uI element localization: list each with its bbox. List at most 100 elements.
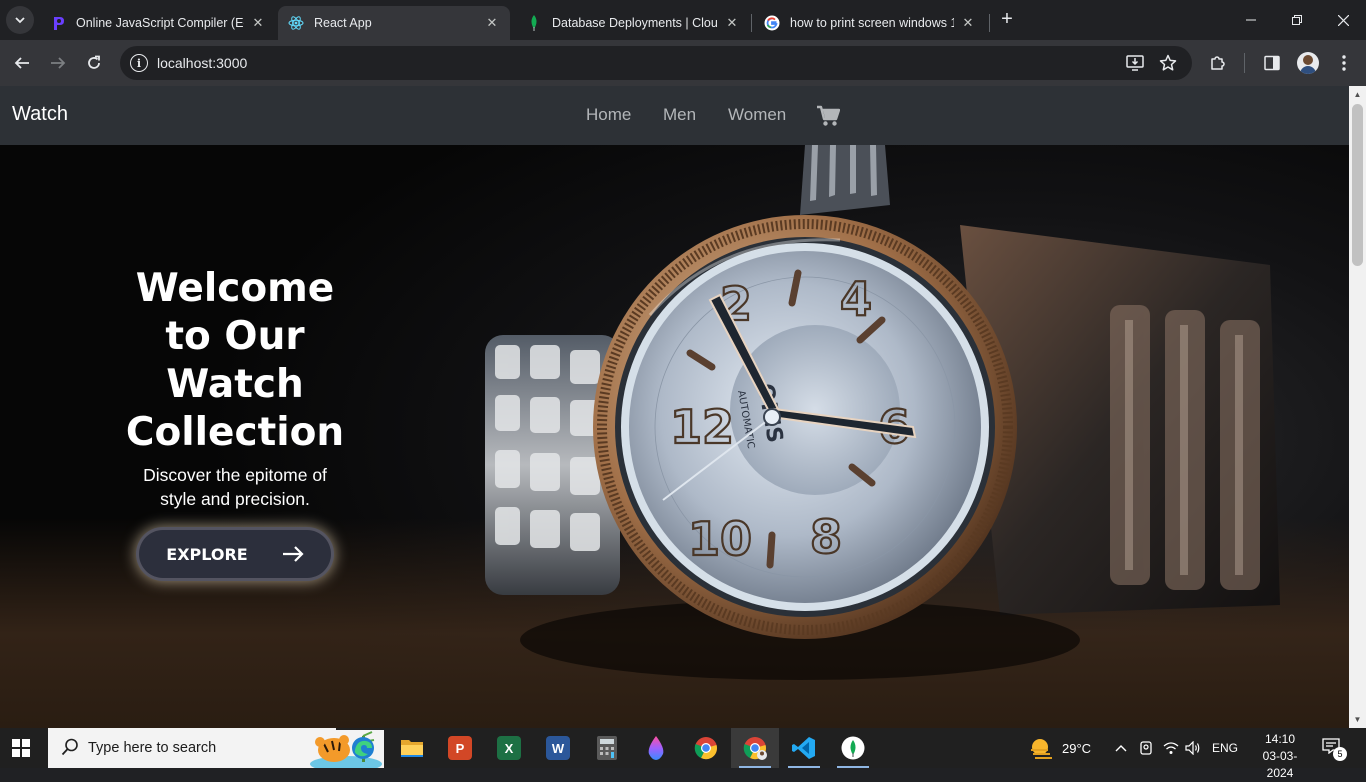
explore-button-label: EXPLORE [166,544,248,564]
minimize-icon [1246,19,1256,21]
network-button[interactable] [1163,728,1179,768]
nav-link-women[interactable]: Women [728,105,786,125]
taskbar-search-box[interactable]: Type here to search [48,728,384,768]
taskbar-chrome-profile[interactable] [731,728,779,768]
hero-title-line: Welcome [135,266,335,311]
hero-subtitle-line: Discover the epitome of [143,465,327,485]
reload-icon [88,55,100,69]
volume-button[interactable] [1185,728,1201,768]
cart-icon[interactable] [816,105,840,127]
weather-temp: 29°C [1062,740,1092,756]
nav-link-home[interactable]: Home [586,105,631,125]
arrow-right-icon [282,546,304,562]
url-text[interactable]: localhost:3000 [157,55,247,71]
speaker-icon [1185,741,1200,755]
hero-section: 2 12 10 8 6 4 ORIS AUTOMATIC Welc [0,145,1349,728]
forward-button[interactable] [44,49,72,77]
dial-numeral: 8 [810,510,842,564]
react-icon [288,15,304,31]
site-info-icon[interactable]: i [130,54,148,72]
mongodb-leaf-icon [526,15,542,31]
browser-toolbar: i localhost:3000 [0,40,1366,86]
site-navbar: Watch Home Men Women [0,86,1349,145]
menu-kebab-icon[interactable] [1333,52,1355,74]
page-scrollbar[interactable]: ▲ ▼ [1349,86,1366,728]
show-hidden-icons-button[interactable] [1115,728,1127,768]
input-language[interactable]: ENG [1212,728,1238,768]
explore-button[interactable]: EXPLORE [139,530,331,578]
restore-icon [1292,15,1302,25]
system-clock[interactable]: 14:10 03-03-2024 [1250,731,1310,782]
powerpoint-icon: P [448,736,472,760]
taskbar-powerpoint[interactable]: P [436,728,484,768]
google-icon [764,15,780,31]
edge-icon [352,737,374,759]
close-window-button[interactable] [1320,0,1366,40]
extensions-icon[interactable] [1207,52,1229,74]
hero-text-block: Welcome to Our Watch Collection Discover… [100,265,370,578]
tab-javascript-compiler[interactable]: Online JavaScript Compiler (Edit ✕ [40,6,276,40]
taskbar-word[interactable]: W [534,728,582,768]
programiz-icon [50,15,66,31]
mongodb-compass-icon [841,736,865,760]
windows-start-icon[interactable] [12,739,30,757]
tab-title: React App [314,16,372,30]
hero-subtitle-line: style and precision. [160,489,310,509]
scroll-up-arrow-icon[interactable]: ▲ [1349,86,1366,103]
scroll-thumb[interactable] [1352,104,1363,266]
weather-sun-icon [1031,739,1052,759]
arrow-right-icon [51,57,66,69]
notification-count-badge: 5 [1333,747,1347,761]
tab-title: how to print screen windows 10 [790,16,954,30]
notification-center-button[interactable]: 5 [1322,738,1347,761]
page-viewport: Watch Home Men Women 2 12 10 8 4 AUTOMAT… [0,86,1349,728]
dial-numeral: 4 [840,272,872,326]
meet-now-button[interactable] [1139,728,1153,768]
taskbar-chrome[interactable] [682,728,730,768]
side-panel-icon[interactable] [1261,52,1283,74]
taskbar-excel[interactable]: X [485,728,533,768]
toolbar-divider [1244,53,1245,73]
camera-icon [1140,741,1152,755]
hero-subtitle: Discover the epitome of style and precis… [100,463,370,511]
tab-react-app[interactable]: React App ✕ [278,6,510,40]
taskbar-vscode[interactable] [780,728,828,768]
restore-button[interactable] [1274,0,1320,40]
tab-title: Online JavaScript Compiler (Edit [76,16,244,30]
hero-title-line: to Our [165,314,305,359]
taskbar-calculator[interactable] [583,728,631,768]
minimize-button[interactable] [1228,0,1274,40]
reload-button[interactable] [80,49,108,77]
clock-date: 03-03-2024 [1262,749,1298,780]
tab-database-deployments[interactable]: Database Deployments | Cloud: ✕ [516,6,750,40]
taskbar-paint[interactable] [632,728,680,768]
hero-title-line: Watch [166,362,304,407]
close-icon[interactable]: ✕ [724,15,740,31]
watch-image: 2 12 10 8 6 4 ORIS AUTOMATIC [485,145,1280,680]
weather-widget[interactable]: 29°C [1028,728,1091,768]
arrow-left-icon [14,57,29,69]
dial-numeral: 10 [688,512,752,566]
close-icon[interactable]: ✕ [960,15,976,31]
address-bar[interactable]: i localhost:3000 [120,46,1192,80]
profile-avatar[interactable] [1297,52,1319,74]
bookmark-star-icon[interactable] [1158,53,1178,73]
site-brand[interactable]: Watch [12,103,68,126]
tab-search-button[interactable] [6,6,34,34]
taskbar-edge[interactable] [339,728,387,768]
close-icon[interactable]: ✕ [250,15,266,31]
tab-title: Database Deployments | Cloud: [552,16,718,30]
file-explorer-icon [401,740,423,757]
back-button[interactable] [8,49,36,77]
tab-print-screen-search[interactable]: how to print screen windows 10 ✕ [754,6,986,40]
scroll-down-arrow-icon[interactable]: ▼ [1349,711,1366,728]
install-app-icon[interactable] [1125,53,1145,73]
new-tab-button[interactable]: + [995,8,1019,32]
nav-link-men[interactable]: Men [663,105,696,125]
browser-tab-strip: Online JavaScript Compiler (Edit ✕ React… [0,0,1366,40]
word-icon: W [546,736,570,760]
close-icon[interactable]: ✕ [484,15,500,31]
taskbar-mongodb-compass[interactable] [829,728,877,768]
tab-separator [989,14,990,32]
taskbar-file-explorer[interactable] [388,728,436,768]
